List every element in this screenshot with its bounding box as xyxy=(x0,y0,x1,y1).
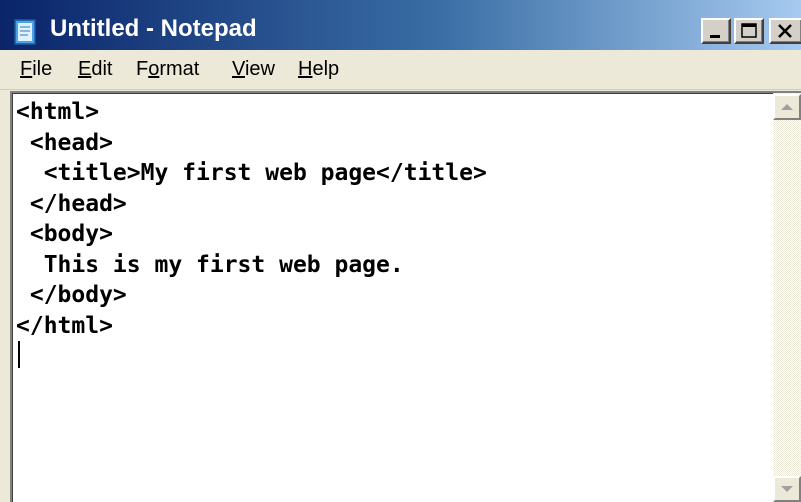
menu-file[interactable]: File xyxy=(20,58,52,81)
menu-help[interactable]: Help xyxy=(298,58,339,81)
text-caret xyxy=(18,341,20,368)
maximize-button[interactable] xyxy=(734,18,764,44)
title-bar[interactable]: Untitled - Notepad xyxy=(0,0,801,50)
menu-view[interactable]: View xyxy=(232,58,275,81)
text-line: </head> xyxy=(16,190,127,217)
editor-frame: <html> <head> <title>My first web page</… xyxy=(10,91,801,502)
window-title: Untitled - Notepad xyxy=(50,15,257,42)
text-line: </html> xyxy=(16,312,113,339)
text-line: <body> xyxy=(16,221,113,247)
caret-line xyxy=(16,341,774,372)
close-button[interactable] xyxy=(769,18,801,44)
text-line: <title>My first web page</title> xyxy=(16,160,487,186)
menu-bar: File Edit Format View Help xyxy=(0,50,801,90)
notepad-icon[interactable] xyxy=(12,18,40,46)
minimize-button[interactable] xyxy=(701,18,731,44)
minimize-icon xyxy=(710,35,720,38)
menu-edit[interactable]: Edit xyxy=(78,58,112,81)
text-line: </body> xyxy=(16,282,127,308)
close-icon xyxy=(778,24,792,38)
text-line: <html> xyxy=(16,99,100,125)
maximize-icon xyxy=(741,23,757,38)
arrow-up-icon xyxy=(781,104,793,110)
scroll-down-button[interactable] xyxy=(773,476,801,502)
text-line: <head> xyxy=(16,129,113,156)
vertical-scrollbar[interactable] xyxy=(773,93,801,502)
text-line: This is my first web page. xyxy=(16,251,404,278)
notepad-window: Untitled - Notepad File Edit Format View… xyxy=(0,0,801,502)
text-editor[interactable]: <html> <head> <title>My first web page</… xyxy=(16,97,774,502)
menu-format[interactable]: Format xyxy=(136,58,199,81)
scroll-up-button[interactable] xyxy=(773,94,801,120)
arrow-down-icon xyxy=(781,486,793,492)
